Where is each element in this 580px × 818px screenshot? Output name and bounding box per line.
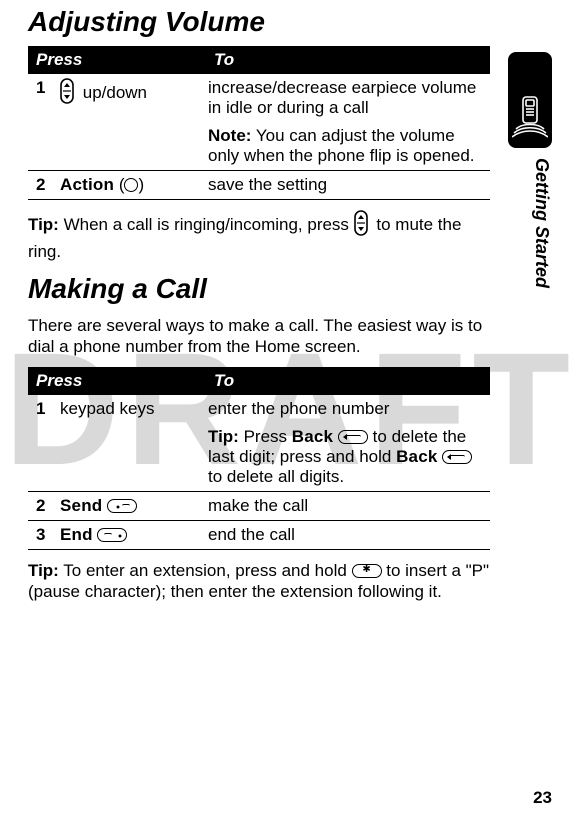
paren-open: ( [114, 175, 124, 194]
tip-mid1: Press [239, 427, 292, 446]
tip-label-2: Tip: [28, 561, 59, 580]
to-updown-1: increase/decrease earpiece volume in idl… [206, 74, 490, 122]
back-label-1: Back [292, 427, 333, 446]
heading-adjusting-volume: Adjusting Volume [28, 6, 490, 38]
page-number: 23 [533, 788, 552, 808]
intro-making-a-call: There are several ways to make a call. T… [28, 315, 490, 358]
send-label: Send [60, 496, 102, 515]
end-label: End [60, 525, 93, 544]
back-label-2: Back [396, 447, 437, 466]
action-label: Action [60, 175, 114, 194]
star-key-icon [352, 564, 382, 578]
tip-label-back: Tip: [208, 427, 239, 446]
tip-label-1: Tip: [28, 215, 59, 234]
tip-mid3: to delete all digits. [208, 467, 344, 486]
back-key-icon-1 [338, 430, 368, 444]
back-key-icon-2 [442, 450, 472, 464]
table-adjusting-volume: Press To 1 [28, 46, 490, 200]
call-step-2: 2 [28, 492, 58, 521]
col-to: To [206, 46, 490, 74]
call-step-1: 1 [28, 395, 58, 492]
note-label: Note: [208, 126, 251, 145]
tip-text-before-2: To enter an extension, press and hold [59, 561, 352, 580]
end-key-icon [97, 528, 127, 542]
call-step-3: 3 [28, 521, 58, 550]
press-action: Action () [58, 171, 206, 200]
to-action: save the setting [206, 171, 490, 200]
page: DRAFT Getting Started [0, 0, 580, 818]
heading-making-a-call: Making a Call [28, 273, 490, 305]
press-updown: up/down [58, 74, 206, 171]
to-updown-note: Note: You can adjust the volume only whe… [206, 122, 490, 171]
side-tab-icon-box [508, 52, 552, 148]
action-key-icon [124, 178, 138, 192]
tip-extension: Tip: To enter an extension, press and ho… [28, 560, 490, 603]
col-press-2: Press [28, 367, 206, 395]
col-press: Press [28, 46, 206, 74]
updown-key-icon-2 [354, 210, 368, 241]
to-keypad-1: enter the phone number [206, 395, 490, 423]
side-tab: Getting Started [508, 52, 552, 288]
side-tab-label: Getting Started [508, 158, 552, 288]
press-end: End [58, 521, 206, 550]
updown-key-icon [60, 78, 74, 109]
press-keypad: keypad keys [58, 395, 206, 492]
table-making-a-call: Press To 1 keypad keys enter the phone n… [28, 367, 490, 550]
to-keypad-tip: Tip: Press Back to delete the last digit… [206, 423, 490, 492]
press-send: Send [58, 492, 206, 521]
step-1: 1 [28, 74, 58, 171]
step-2: 2 [28, 171, 58, 200]
press-updown-label: up/down [83, 83, 147, 102]
col-to-2: To [206, 367, 490, 395]
tip-text-before-1: When a call is ringing/incoming, press [59, 215, 354, 234]
paren-close: ) [138, 175, 144, 194]
page-content: Adjusting Volume Press To 1 [28, 6, 490, 603]
to-end: end the call [206, 521, 490, 550]
tip-mute-ring: Tip: When a call is ringing/incoming, pr… [28, 210, 490, 263]
phone-on-base-icon [512, 95, 548, 144]
to-send: make the call [206, 492, 490, 521]
send-key-icon [107, 499, 137, 513]
